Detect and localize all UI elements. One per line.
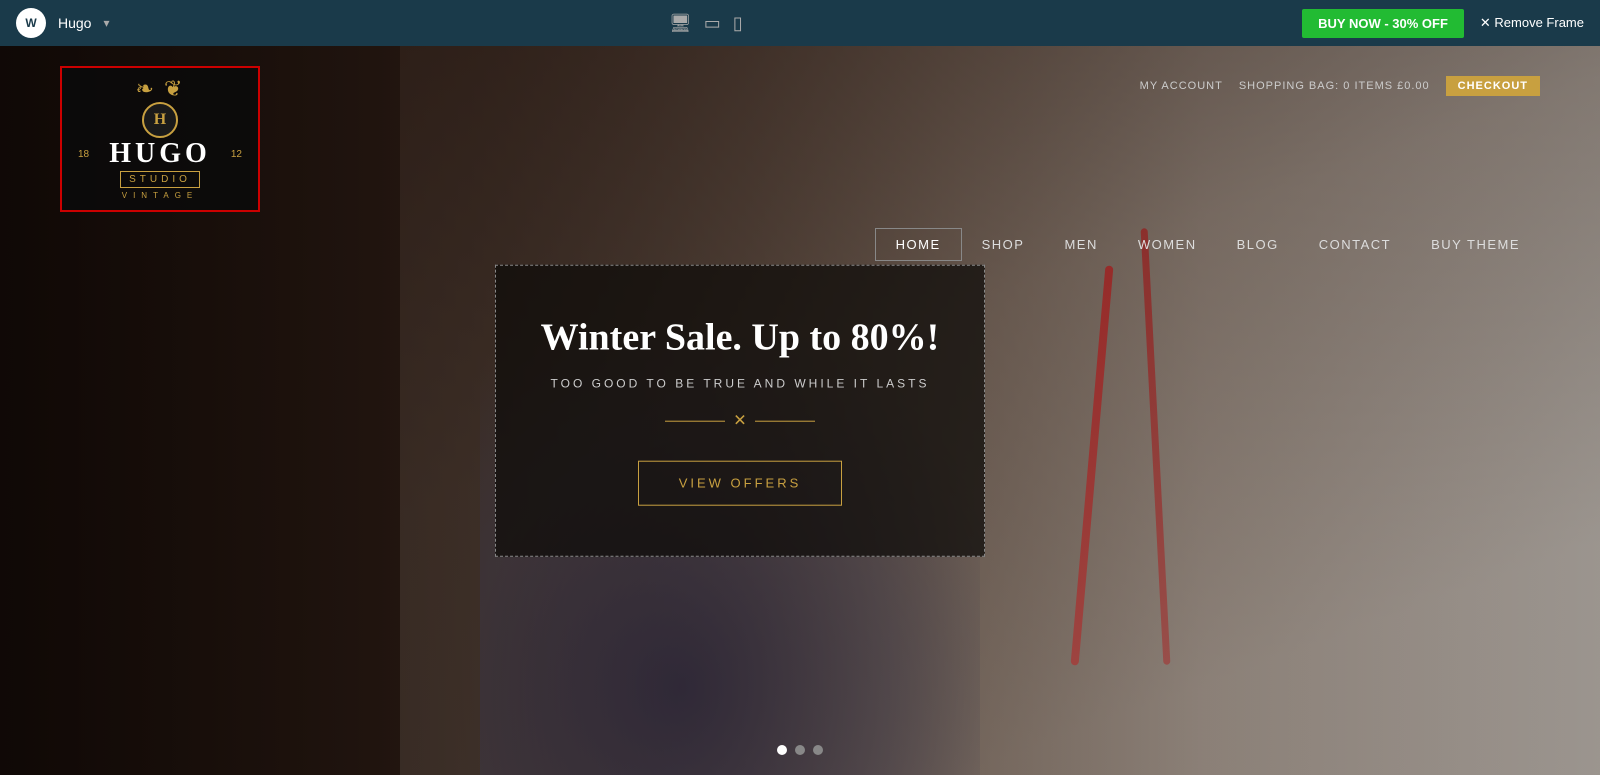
buy-now-button[interactable]: BUY NOW - 30% OFF <box>1302 9 1464 38</box>
admin-logo-icon: W <box>16 8 46 38</box>
nav-item-buy-theme[interactable]: BUY THEME <box>1411 229 1540 260</box>
desktop-icon[interactable]: 🖥 <box>669 13 692 34</box>
bag-item-count: 0 ITEMS <box>1343 80 1397 92</box>
nav-item-shop[interactable]: SHOP <box>962 229 1045 260</box>
nav-item-home[interactable]: HOME <box>875 228 962 261</box>
admin-bar: W Hugo ▾ 🖥 ▭ ▯ BUY NOW - 30% OFF ✕ Remov… <box>0 0 1600 46</box>
hero-title: Winter Sale. Up to 80%! <box>536 315 944 361</box>
top-header: ❧ ❦ H 18 HUGO 12 STUDIO VINTAGE MY ACCOU… <box>0 46 1600 212</box>
bag-price: £0.00 <box>1397 80 1430 92</box>
logo-h-circle: H <box>142 102 178 138</box>
admin-bar-left: W Hugo ▾ <box>16 8 110 38</box>
logo-years: 18 HUGO 12 <box>78 140 242 168</box>
admin-device-switcher: 🖥 ▭ ▯ <box>669 13 743 34</box>
admin-dropdown-arrow[interactable]: ▾ <box>103 16 109 30</box>
logo-h-letter: H <box>154 111 166 129</box>
account-info: MY ACCOUNT SHOPPING BAG: 0 ITEMS £0.00 C… <box>1140 66 1540 96</box>
hero-divider-symbol: ✕ <box>733 411 746 431</box>
nav-item-women[interactable]: WOMEN <box>1118 229 1217 260</box>
hero-divider: ✕ <box>536 411 944 431</box>
logo-ornament-top: ❧ ❦ <box>136 78 185 100</box>
hero-divider-line-right <box>755 420 815 421</box>
logo-year-left: 18 <box>78 149 89 160</box>
hero-content-box: Winter Sale. Up to 80%! TOO GOOD TO BE T… <box>495 264 985 557</box>
slider-dot-1[interactable] <box>777 745 787 755</box>
admin-site-name: Hugo <box>58 15 91 31</box>
nav-item-men[interactable]: MEN <box>1044 229 1117 260</box>
slider-dot-2[interactable] <box>795 745 805 755</box>
logo-studio: STUDIO <box>120 171 200 188</box>
checkout-button[interactable]: CHECKOUT <box>1446 76 1540 96</box>
logo-vintage: VINTAGE <box>122 191 199 200</box>
shopping-bag-label: SHOPPING BAG: 0 ITEMS £0.00 <box>1239 80 1430 92</box>
logo-main-text: HUGO <box>109 140 211 168</box>
tablet-icon[interactable]: ▭ <box>704 13 721 34</box>
slider-dots <box>777 745 823 755</box>
admin-bar-right: BUY NOW - 30% OFF ✕ Remove Frame <box>1302 9 1584 38</box>
my-account-link[interactable]: MY ACCOUNT <box>1140 80 1223 92</box>
site-header: ❧ ❦ H 18 HUGO 12 STUDIO VINTAGE MY ACCOU… <box>0 46 1600 231</box>
view-offers-button[interactable]: VIEW OFFERS <box>638 461 843 506</box>
site-wrapper: ❧ ❦ H 18 HUGO 12 STUDIO VINTAGE MY ACCOU… <box>0 46 1600 775</box>
remove-frame-button[interactable]: ✕ Remove Frame <box>1480 15 1584 31</box>
nav-item-contact[interactable]: CONTACT <box>1299 229 1411 260</box>
mobile-icon[interactable]: ▯ <box>733 13 743 34</box>
hero-subtitle: TOO GOOD TO BE TRUE AND WHILE IT LASTS <box>536 377 944 391</box>
site-logo[interactable]: ❧ ❦ H 18 HUGO 12 STUDIO VINTAGE <box>60 66 260 212</box>
logo-year-right: 12 <box>231 149 242 160</box>
main-navigation: HOME SHOP MEN WOMEN BLOG CONTACT BUY THE… <box>0 212 1600 261</box>
slider-dot-3[interactable] <box>813 745 823 755</box>
nav-item-blog[interactable]: BLOG <box>1217 229 1299 260</box>
hero-divider-line-left <box>665 420 725 421</box>
